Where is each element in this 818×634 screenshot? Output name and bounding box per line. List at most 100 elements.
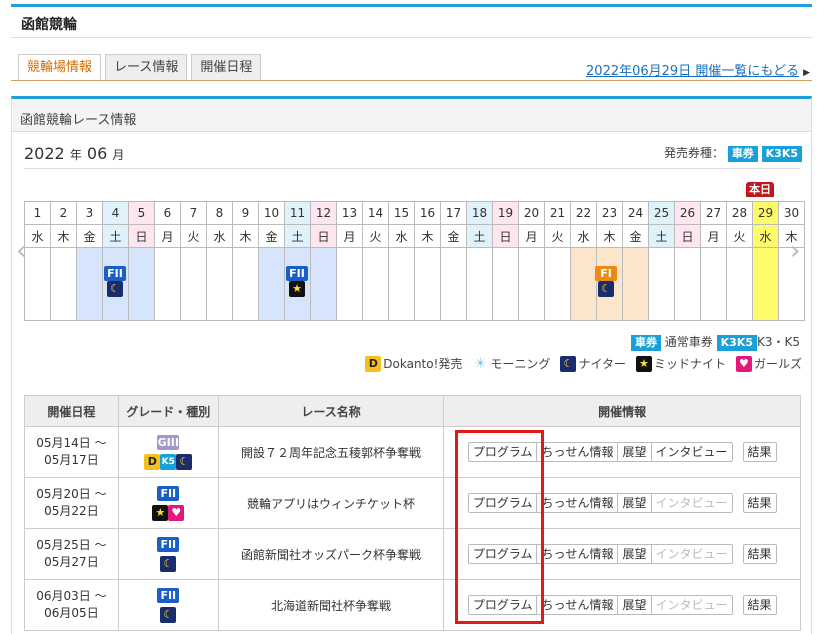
day-cell[interactable]: 19	[492, 201, 519, 225]
day-cell[interactable]: 12	[310, 201, 337, 225]
program-button[interactable]: プログラム	[467, 442, 538, 462]
table-row: 06月03日 ～ 06月05日 FII ☾ 北海道新聞社杯争奪戦 プログラム ちっ…	[24, 579, 801, 631]
result-button[interactable]: 結果	[742, 493, 777, 513]
calendar-event-2[interactable]: FII ★	[284, 266, 310, 297]
back-to-list-link[interactable]: 2022年06月29日 開催一覧にもどる ▶	[586, 60, 810, 79]
day-cell[interactable]: 30	[778, 201, 805, 225]
weekday-cell: 金	[622, 224, 649, 248]
weekday-cell: 月	[154, 224, 181, 248]
race-name[interactable]: 函館新聞社オッズパーク杯争奪戦	[217, 528, 445, 580]
outlook-button[interactable]: 展望	[617, 595, 652, 615]
program-button[interactable]: プログラム	[467, 595, 538, 615]
interview-button[interactable]: インタビュー	[650, 442, 733, 462]
date-start: 05月20日 ～	[36, 487, 107, 501]
program-button[interactable]: プログラム	[467, 544, 538, 564]
day-cell[interactable]: 5	[128, 201, 155, 225]
result-button[interactable]: 結果	[742, 442, 777, 462]
result-button[interactable]: 結果	[742, 595, 777, 615]
calendar-event-3[interactable]: FI ☾	[593, 266, 619, 297]
day-cell[interactable]: 22	[570, 201, 597, 225]
grade-badge-f2: FII	[157, 588, 180, 603]
day-cell[interactable]: 26	[674, 201, 701, 225]
day-cell[interactable]: 16	[414, 201, 441, 225]
calendar-grid: 1 2 3 4 5 6 7 8 9 10 11 12 13 14 15 16 1…	[24, 201, 805, 321]
legend-k3k5-text: K3・K5	[756, 335, 800, 349]
day-cell[interactable]: 1	[24, 201, 51, 225]
day-cell[interactable]: 15	[388, 201, 415, 225]
tab-schedule[interactable]: 開催日程	[191, 54, 262, 81]
race-day-cell[interactable]	[128, 247, 155, 321]
race-day-cell[interactable]	[310, 247, 337, 321]
calendar-prev-arrow[interactable]: ‹	[16, 236, 26, 266]
month-unit: 月	[112, 148, 125, 162]
weekday-cell: 木	[414, 224, 441, 248]
race-name[interactable]: 競輪アプリはウィンチケット杯	[217, 477, 445, 529]
day-cell[interactable]: 28	[726, 201, 753, 225]
day-cell[interactable]: 2	[50, 201, 77, 225]
result-button[interactable]: 結果	[742, 544, 777, 564]
panel-title: 函館競輪レース情報	[20, 113, 137, 128]
col-header-race-name: レース名称	[217, 395, 445, 427]
race-day-cell[interactable]	[258, 247, 285, 321]
tab-race-info[interactable]: レース情報	[105, 54, 188, 81]
chusen-info-button[interactable]: ちっせん情報	[536, 442, 619, 462]
dokanto-icon: D	[365, 355, 382, 372]
chusen-info-button[interactable]: ちっせん情報	[536, 493, 619, 513]
dokanto-icon: D	[144, 453, 161, 470]
calendar-next-arrow[interactable]: ›	[790, 236, 800, 266]
race-day-cell[interactable]	[622, 247, 649, 321]
chusen-info-button[interactable]: ちっせん情報	[536, 595, 619, 615]
race-day-cell[interactable]	[76, 247, 103, 321]
day-cell[interactable]: 23	[596, 201, 623, 225]
tab-venue-info[interactable]: 競輪場情報	[18, 54, 102, 81]
table-row: 05月20日 ～ 05月22日 FII ★ ♥ 競輪アプリはウィンチケット杯 プログ…	[24, 477, 801, 529]
weekday-cell-today: 水	[752, 224, 779, 248]
day-cell[interactable]: 25	[648, 201, 675, 225]
calendar-event-1[interactable]: FII ☾	[102, 266, 128, 297]
day-cell[interactable]: 18	[466, 201, 493, 225]
table-row: 05月25日 ～ 05月27日 FII ☾ 函館新聞社オッズパーク杯争奪戦 プログ…	[24, 528, 801, 580]
outlook-button[interactable]: 展望	[617, 493, 652, 513]
legend-icons: D Dokanto!発売 ☀ モーニング ☾ ナイター ★ ミッドナイト ♥ ガールズ	[365, 355, 802, 372]
weekday-cell: 月	[518, 224, 545, 248]
legend-night: ナイター	[578, 357, 626, 371]
race-name[interactable]: 開設７２周年記念五稜郭杯争奪戦	[217, 426, 445, 478]
day-cell[interactable]: 11	[284, 201, 311, 225]
outlook-button[interactable]: 展望	[617, 442, 652, 462]
weekday-cell: 日	[674, 224, 701, 248]
weekday-cell: 月	[700, 224, 727, 248]
midnight-icon: ★	[152, 504, 169, 521]
race-name[interactable]: 北海道新聞社杯争奪戦	[217, 579, 445, 631]
weekday-cell: 土	[466, 224, 493, 248]
page-title: 函館競輪	[21, 17, 77, 33]
today-tag: 本日	[746, 182, 774, 197]
weekday-cell: 金	[440, 224, 467, 248]
weekday-cell: 水	[24, 224, 51, 248]
day-cell[interactable]: 27	[700, 201, 727, 225]
ticket-badge-k3k5: K3K5	[761, 146, 802, 162]
outlook-button[interactable]: 展望	[617, 544, 652, 564]
legend-kuruma-badge: 車券	[630, 335, 661, 351]
day-cell[interactable]: 24	[622, 201, 649, 225]
day-cell[interactable]: 20	[518, 201, 545, 225]
night-icon: ☾	[176, 453, 193, 470]
day-cell[interactable]: 13	[336, 201, 363, 225]
day-cell[interactable]: 17	[440, 201, 467, 225]
day-cell[interactable]: 6	[154, 201, 181, 225]
weekday-cell: 日	[310, 224, 337, 248]
day-cell[interactable]: 4	[102, 201, 129, 225]
day-cell[interactable]: 14	[362, 201, 389, 225]
day-cell[interactable]: 9	[232, 201, 259, 225]
program-button[interactable]: プログラム	[467, 493, 538, 513]
day-cell[interactable]: 7	[180, 201, 207, 225]
day-cell[interactable]: 3	[76, 201, 103, 225]
back-link-text[interactable]: 2022年06月29日 開催一覧にもどる	[586, 64, 799, 79]
day-cell[interactable]: 21	[544, 201, 571, 225]
chusen-info-button[interactable]: ちっせん情報	[536, 544, 619, 564]
date-cell: 05月25日 ～ 05月27日	[24, 528, 119, 580]
day-cell[interactable]: 8	[206, 201, 233, 225]
top-header: 函館競輪	[11, 4, 812, 38]
weekday-cell: 日	[128, 224, 155, 248]
day-cell[interactable]: 10	[258, 201, 285, 225]
day-cell-today[interactable]: 29	[752, 201, 779, 225]
